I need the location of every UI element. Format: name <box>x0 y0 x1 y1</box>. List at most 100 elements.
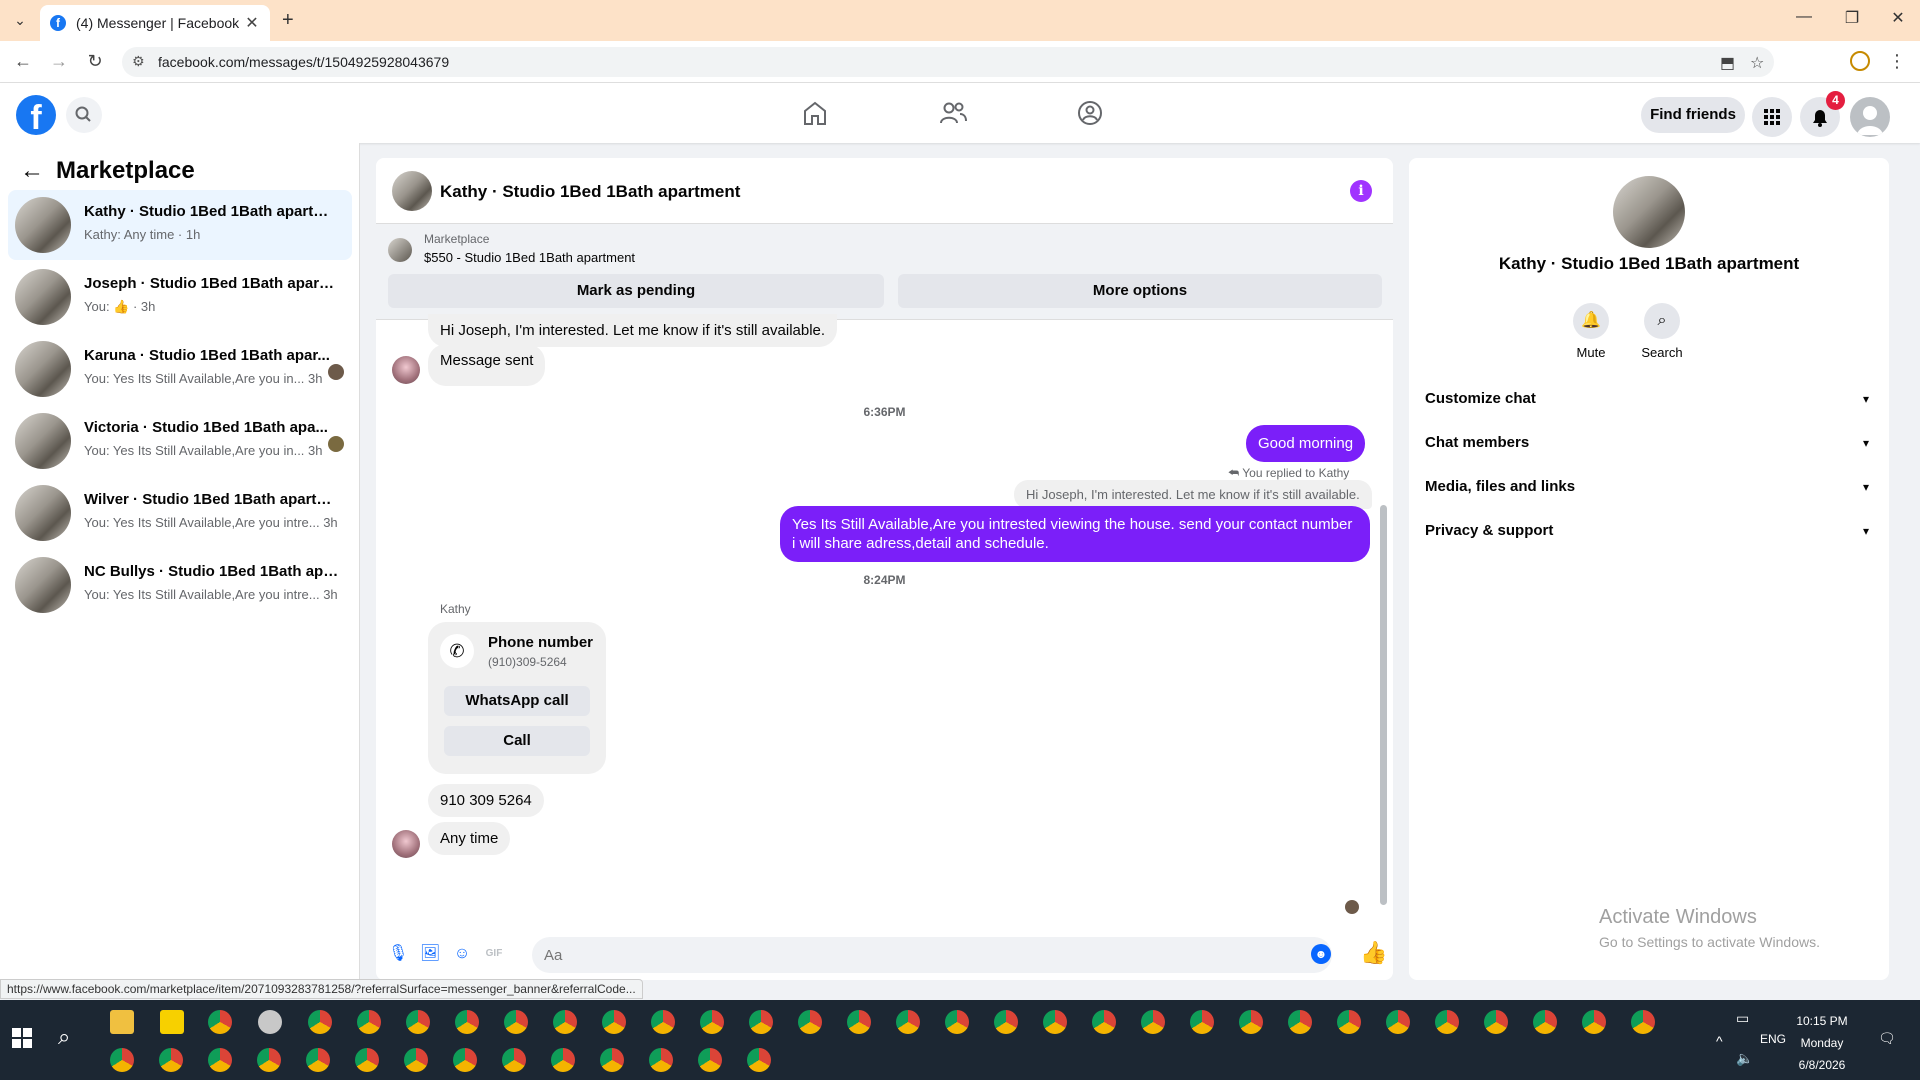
gif-icon[interactable]: GIF <box>484 944 504 964</box>
chrome-profile-icon[interactable] <box>453 1048 477 1072</box>
chrome-profile-icon[interactable] <box>798 1010 822 1034</box>
chrome-profile-icon[interactable] <box>257 1048 281 1072</box>
chrome-profile-icon[interactable] <box>357 1010 381 1034</box>
chrome-profile-icon[interactable] <box>1288 1010 1312 1034</box>
notification-center-icon[interactable]: 🗨 <box>1878 1030 1896 1047</box>
tab-close-icon[interactable]: ✕ <box>244 13 260 33</box>
chrome-profile-icon[interactable] <box>406 1010 430 1034</box>
browser-menu-icon[interactable]: ⋮ <box>1886 51 1908 72</box>
chrome-profile-icon[interactable] <box>504 1010 528 1034</box>
details-avatar[interactable] <box>1613 176 1685 248</box>
chrome-profile-icon[interactable] <box>1533 1010 1557 1034</box>
chrome-profile-icon[interactable] <box>994 1010 1018 1034</box>
url-field[interactable]: ⚙ facebook.com/messages/t/15049259280436… <box>122 47 1774 77</box>
chrome-profile-icon[interactable] <box>749 1010 773 1034</box>
call-button[interactable]: Call <box>444 726 590 756</box>
chrome-profile-icon[interactable] <box>208 1048 232 1072</box>
chrome-profile-icon[interactable] <box>455 1010 479 1034</box>
chrome-profile-icon[interactable] <box>355 1048 379 1072</box>
chrome-profile-icon[interactable] <box>847 1010 871 1034</box>
site-info-icon[interactable]: ⚙ <box>132 53 145 70</box>
file-explorer-icon[interactable] <box>110 1010 134 1034</box>
chrome-profile-icon[interactable] <box>602 1010 626 1034</box>
message-input[interactable] <box>532 937 1332 973</box>
restore-icon[interactable]: ❐ <box>1842 8 1862 28</box>
whatsapp-call-button[interactable]: WhatsApp call <box>444 686 590 716</box>
show-hidden-icons[interactable]: ^ <box>1716 1033 1723 1049</box>
conversation-item-kathy[interactable]: Kathy · Studio 1Bed 1Bath apartment Kath… <box>8 190 352 260</box>
mute-button[interactable]: 🔔 Mute <box>1556 303 1626 360</box>
clock[interactable]: 10:15 PM Monday 6/8/2026 <box>1782 1010 1862 1076</box>
conversation-item-joseph[interactable]: Joseph · Studio 1Bed 1Bath apartm... You… <box>8 262 352 332</box>
listing-title[interactable]: $550 - Studio 1Bed 1Bath apartment <box>424 250 635 265</box>
back-icon[interactable]: ← <box>12 51 34 72</box>
chrome-profile-icon[interactable] <box>700 1010 724 1034</box>
facebook-search-button[interactable] <box>66 97 102 133</box>
chrome-profile-icon[interactable] <box>1239 1010 1263 1034</box>
bookmark-star-icon[interactable]: ☆ <box>1750 53 1764 73</box>
sticker-icon[interactable]: ☺ <box>452 944 472 964</box>
nav-home-button[interactable] <box>795 97 835 129</box>
reload-icon[interactable]: ↻ <box>84 51 106 72</box>
chrome-profile-icon[interactable] <box>651 1010 675 1034</box>
chrome-profile-icon[interactable] <box>698 1048 722 1072</box>
page-scrollbar[interactable] <box>1906 85 1920 980</box>
chrome-icon[interactable] <box>208 1010 232 1034</box>
browser-tab[interactable]: f (4) Messenger | Facebook ✕ <box>40 5 270 41</box>
chrome-profile-icon[interactable] <box>1484 1010 1508 1034</box>
conversation-item-nc-bullys[interactable]: NC Bullys · Studio 1Bed 1Bath apar... Yo… <box>8 550 352 620</box>
chrome-profile-icon[interactable] <box>649 1048 673 1072</box>
microphone-icon[interactable]: 🎙 <box>388 944 408 964</box>
tab-search-dropdown-icon[interactable]: ⌄ <box>10 10 30 30</box>
search-in-conversation-button[interactable]: ⌕ Search <box>1627 303 1697 360</box>
chrome-profile-icon[interactable] <box>1190 1010 1214 1034</box>
app-icon[interactable] <box>258 1010 282 1034</box>
find-friends-button[interactable]: Find friends <box>1641 97 1745 133</box>
chrome-profile-icon[interactable] <box>600 1048 624 1072</box>
chrome-profile-icon[interactable] <box>945 1010 969 1034</box>
nav-friends-button[interactable] <box>933 97 973 129</box>
mark-as-pending-button[interactable]: Mark as pending <box>388 274 884 308</box>
chrome-profile-icon[interactable] <box>502 1048 526 1072</box>
volume-icon[interactable]: 🔈 <box>1736 1050 1753 1067</box>
chrome-profile-icon[interactable] <box>1092 1010 1116 1034</box>
new-tab-icon[interactable]: + <box>282 9 294 32</box>
chrome-profile-icon[interactable] <box>159 1048 183 1072</box>
chrome-profile-icon[interactable] <box>1582 1010 1606 1034</box>
chrome-profile-icon[interactable] <box>1043 1010 1067 1034</box>
photo-icon[interactable]: 🖼 <box>420 944 440 964</box>
chrome-profile-icon[interactable] <box>1141 1010 1165 1034</box>
quoted-message[interactable]: Hi Joseph, I'm interested. Let me know i… <box>1014 480 1372 509</box>
windows-start-icon[interactable] <box>12 1028 32 1048</box>
chrome-profile-icon[interactable] <box>896 1010 920 1034</box>
chrome-profile-icon[interactable] <box>553 1010 577 1034</box>
chrome-profile-icon[interactable] <box>551 1048 575 1072</box>
forward-icon[interactable]: → <box>48 51 70 72</box>
install-app-icon[interactable]: ⬒ <box>1720 53 1735 73</box>
chrome-profile-icon[interactable] <box>1386 1010 1410 1034</box>
chrome-profile-icon[interactable] <box>110 1048 134 1072</box>
chrome-profile-icon[interactable] <box>404 1048 428 1072</box>
close-window-icon[interactable]: ✕ <box>1888 8 1908 28</box>
chat-scrollbar[interactable] <box>1377 320 1387 920</box>
network-icon[interactable]: ▭ <box>1736 1010 1749 1027</box>
conversation-item-wilver[interactable]: Wilver · Studio 1Bed 1Bath apartm... You… <box>8 478 352 548</box>
minimize-icon[interactable]: — <box>1794 8 1814 26</box>
profile-avatar[interactable] <box>1850 97 1890 137</box>
taskbar-search-icon[interactable]: ⌕ <box>58 1024 70 1050</box>
facebook-logo-icon[interactable]: f <box>16 95 56 137</box>
back-arrow-icon[interactable]: ← <box>20 157 44 185</box>
conversation-item-victoria[interactable]: Victoria · Studio 1Bed 1Bath apa... You:… <box>8 406 352 476</box>
privacy-support-section[interactable]: Privacy & support ▾ <box>1425 511 1873 551</box>
chat-avatar[interactable] <box>392 171 432 211</box>
chat-members-section[interactable]: Chat members ▾ <box>1425 423 1873 463</box>
sticky-notes-icon[interactable] <box>160 1010 184 1034</box>
more-options-button[interactable]: More options <box>898 274 1382 308</box>
chat-scrollbar-thumb[interactable] <box>1380 505 1387 905</box>
media-files-links-section[interactable]: Media, files and links ▾ <box>1425 467 1873 507</box>
thumbs-up-icon[interactable]: 👍 <box>1360 940 1387 966</box>
profile-extension-icon[interactable] <box>1850 51 1870 71</box>
nav-groups-button[interactable] <box>1070 97 1110 129</box>
listing-thumbnail[interactable] <box>388 238 412 262</box>
chrome-profile-icon[interactable] <box>747 1048 771 1072</box>
